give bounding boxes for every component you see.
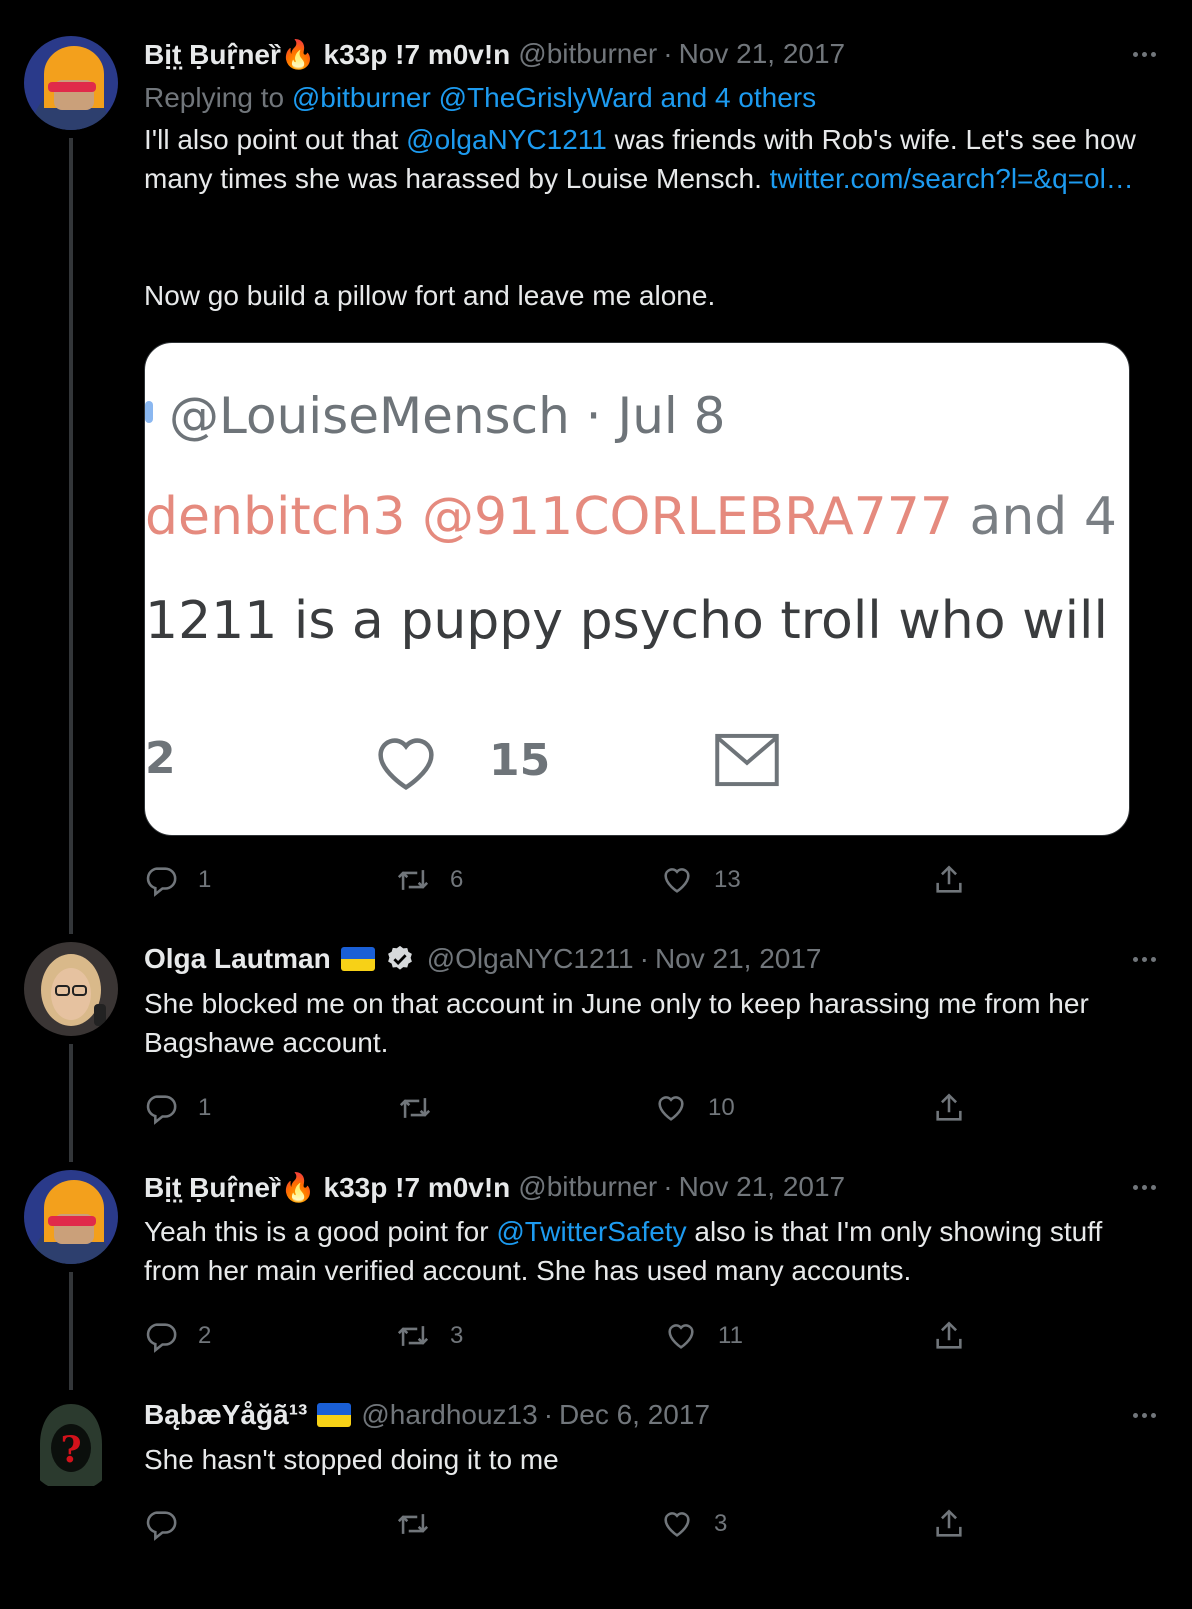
display-name[interactable]: Olga Lautman bbox=[144, 943, 331, 975]
like-count: 11 bbox=[718, 1322, 743, 1349]
retweet-count: 6 bbox=[450, 866, 464, 893]
timestamp[interactable]: Nov 21, 2017 bbox=[679, 1171, 846, 1203]
retweet-button[interactable] bbox=[396, 1504, 450, 1544]
separator: · bbox=[543, 1399, 554, 1430]
share-button[interactable] bbox=[932, 860, 966, 900]
more-icon[interactable] bbox=[1124, 37, 1164, 71]
reply-button[interactable]: 1 bbox=[144, 860, 211, 900]
like-count: 10 bbox=[708, 1094, 735, 1121]
like-button[interactable]: 11 bbox=[664, 1316, 743, 1356]
media-heart-icon bbox=[371, 731, 441, 793]
reply-icon bbox=[144, 863, 178, 897]
media-retweet-count: 2 bbox=[145, 733, 176, 784]
retweet-icon bbox=[398, 1091, 432, 1125]
media-reply-line: denbitch3 @911CORLEBRA777 and 4 bbox=[145, 487, 1117, 547]
like-button[interactable]: 10 bbox=[654, 1088, 735, 1128]
like-button[interactable]: 13 bbox=[660, 860, 741, 900]
retweet-button[interactable]: 6 bbox=[396, 860, 463, 900]
retweet-icon bbox=[396, 863, 430, 897]
tweet[interactable]: Bịt̤ Ḅuṛ̂neȑ🔥 k33p !7 m0v!n @bitburner ·… bbox=[0, 1158, 1192, 1386]
tweet-text: Yeah this is a good point for @TwitterSa… bbox=[144, 1212, 1144, 1290]
mention-link[interactable]: @TwitterSafety bbox=[496, 1216, 686, 1247]
media-like-count: 15 bbox=[489, 735, 551, 786]
reply-button[interactable]: 2 bbox=[144, 1316, 211, 1356]
like-icon bbox=[660, 1507, 694, 1541]
share-icon bbox=[932, 1091, 966, 1125]
handle[interactable]: @hardhouz13 bbox=[361, 1399, 537, 1431]
media-envelope-icon bbox=[713, 731, 781, 789]
reply-icon bbox=[144, 1507, 178, 1541]
retweet-icon bbox=[396, 1507, 430, 1541]
media-tweet-text: 1211 is a puppy psycho troll who will bbox=[145, 591, 1108, 651]
media-reply-others: and 4 bbox=[952, 487, 1117, 547]
like-icon bbox=[660, 863, 694, 897]
tweet-text: She blocked me on that account in June o… bbox=[144, 988, 1089, 1058]
media-blue-dot bbox=[145, 401, 153, 423]
svg-text:?: ? bbox=[60, 1429, 81, 1471]
share-icon bbox=[932, 1507, 966, 1541]
media-reply-users: denbitch3 @911CORLEBRA777 bbox=[145, 487, 953, 547]
replying-prefix: Replying to bbox=[144, 82, 292, 113]
reply-count: 1 bbox=[198, 866, 212, 893]
display-name[interactable]: Bịt̤ Ḅuṛ̂neȑ🔥 k33p !7 m0v!n bbox=[144, 38, 510, 71]
like-button[interactable]: 3 bbox=[660, 1504, 727, 1544]
share-icon bbox=[932, 1319, 966, 1353]
mention-link[interactable]: @olgaNYC1211 bbox=[406, 124, 607, 155]
separator: · bbox=[639, 943, 649, 974]
reply-button[interactable]: 1 bbox=[144, 1088, 211, 1128]
replying-users-link[interactable]: @bitburner @TheGrislyWard and 4 others bbox=[292, 82, 816, 113]
avatar[interactable]: ? bbox=[24, 1398, 118, 1492]
tweet[interactable]: Olga Lautman @OlgaNYC1211 · Nov 21, 2017… bbox=[0, 930, 1192, 1158]
replying-to: Replying to @bitburner @TheGrislyWard an… bbox=[144, 82, 816, 114]
retweet-count: 3 bbox=[450, 1322, 464, 1349]
share-icon bbox=[932, 863, 966, 897]
ukraine-flag-icon bbox=[317, 1403, 352, 1427]
tweet-text-part: I'll also point out that bbox=[144, 124, 407, 155]
more-icon[interactable] bbox=[1124, 1398, 1164, 1432]
tweet-text: I'll also point out that @olgaNYC1211 wa… bbox=[144, 120, 1144, 198]
timestamp[interactable]: Nov 21, 2017 bbox=[655, 943, 822, 975]
more-icon[interactable] bbox=[1124, 1170, 1164, 1204]
display-name[interactable]: BąbæYåğã¹³ bbox=[144, 1399, 307, 1431]
reply-icon bbox=[144, 1319, 178, 1353]
tweet-text-part: Yeah this is a good point for bbox=[144, 1216, 497, 1247]
tweet-text-paragraph: Now go build a pillow fort and leave me … bbox=[144, 280, 716, 311]
retweet-icon bbox=[396, 1319, 430, 1353]
separator: · bbox=[663, 38, 673, 69]
share-button[interactable] bbox=[932, 1316, 966, 1356]
handle[interactable]: @OlgaNYC1211 bbox=[427, 943, 634, 975]
like-count: 13 bbox=[714, 866, 741, 893]
retweet-button[interactable]: 3 bbox=[396, 1316, 463, 1356]
like-count: 3 bbox=[714, 1510, 728, 1537]
share-button[interactable] bbox=[932, 1504, 966, 1544]
media-handle-line: @LouiseMensch · Jul 8 bbox=[169, 387, 726, 445]
like-icon bbox=[654, 1091, 688, 1125]
avatar[interactable] bbox=[24, 1170, 118, 1264]
reply-count: 1 bbox=[198, 1094, 212, 1121]
reply-count: 2 bbox=[198, 1322, 212, 1349]
retweet-button[interactable] bbox=[398, 1088, 452, 1128]
timestamp[interactable]: Nov 21, 2017 bbox=[679, 38, 846, 70]
attached-image[interactable]: @LouiseMensch · Jul 8 denbitch3 @911CORL… bbox=[144, 342, 1130, 836]
display-name[interactable]: Bịt̤ Ḅuṛ̂neȑ🔥 k33p !7 m0v!n bbox=[144, 1171, 510, 1204]
separator: · bbox=[663, 1171, 673, 1202]
tweet[interactable]: Bịt̤ Ḅuṛ̂neȑ🔥 k33p !7 m0v!n @bitburner ·… bbox=[0, 0, 1192, 930]
ukraine-flag-icon bbox=[340, 947, 375, 971]
tweet-text: She hasn't stopped doing it to me bbox=[144, 1444, 559, 1475]
verified-icon bbox=[385, 944, 415, 974]
reply-button[interactable] bbox=[144, 1504, 198, 1544]
more-icon[interactable] bbox=[1124, 942, 1164, 976]
like-icon bbox=[664, 1319, 698, 1353]
handle[interactable]: @bitburner bbox=[518, 38, 657, 70]
avatar[interactable] bbox=[24, 942, 118, 1036]
url-link[interactable]: twitter.com/search?l=&q=ol… bbox=[770, 163, 1134, 194]
timestamp[interactable]: Dec 6, 2017 bbox=[559, 1399, 710, 1431]
reply-icon bbox=[144, 1091, 178, 1125]
share-button[interactable] bbox=[932, 1088, 966, 1128]
handle[interactable]: @bitburner bbox=[518, 1171, 657, 1203]
avatar[interactable] bbox=[24, 36, 118, 130]
tweet[interactable]: ? BąbæYåğã¹³ @hardhouz13 · Dec 6, 2017 S… bbox=[0, 1386, 1192, 1609]
